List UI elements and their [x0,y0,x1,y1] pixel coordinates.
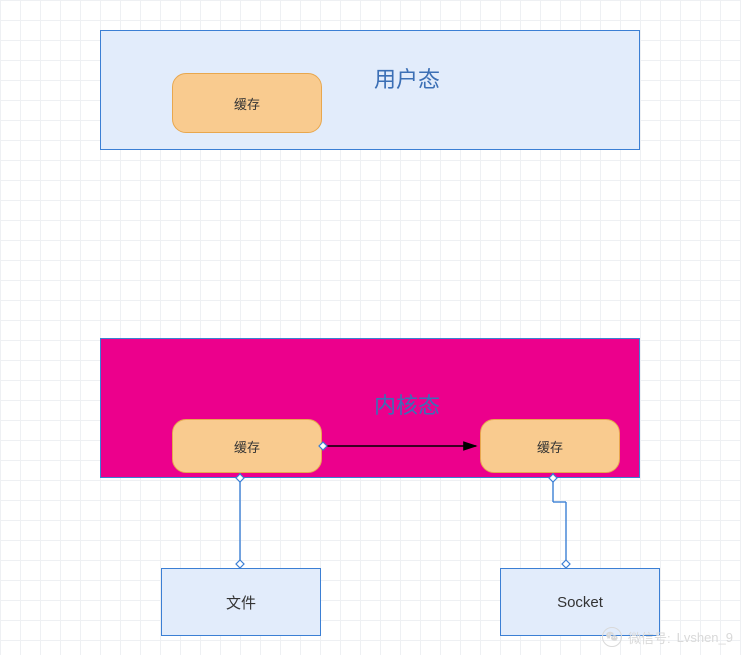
watermark-id: Lvshen_9 [677,630,733,645]
diamond-conn-file-top [236,560,244,568]
watermark: 微信号: Lvshen_9 [602,627,733,647]
socket-box: Socket [500,568,660,636]
user-cache-box: 缓存 [172,73,322,133]
kernel-space-title: 内核态 [374,388,440,420]
kernel-cache-right-box: 缓存 [480,419,620,473]
watermark-prefix: 微信号: [628,628,671,647]
file-box: 文件 [161,568,321,636]
user-space-title: 用户态 [374,62,440,94]
kernel-cache-left-box: 缓存 [172,419,322,473]
wechat-icon [602,627,622,647]
diagram-canvas: 用户态 缓存 内核态 缓存 缓存 文件 Socket 微信号: Lvsh [0,0,741,655]
diamond-conn-socket-top [562,560,570,568]
